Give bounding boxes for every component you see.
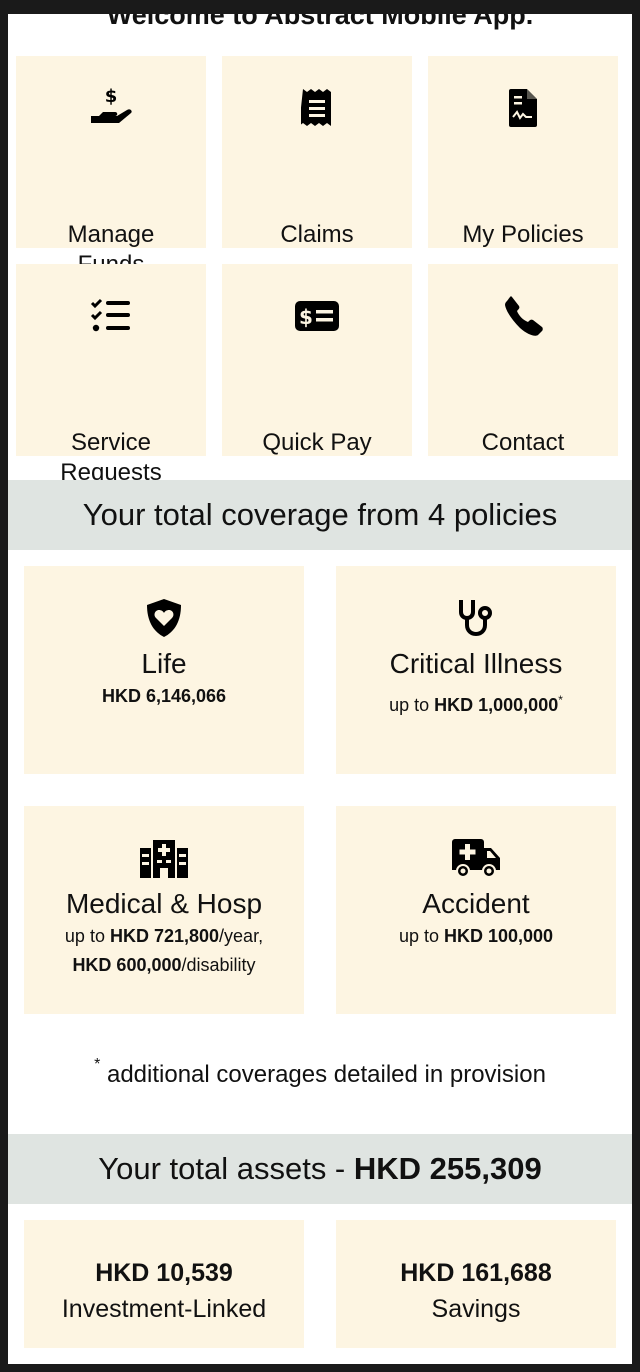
critical-illness-card[interactable]: Critical Illness up to HKD 1,000,000* xyxy=(336,566,616,774)
svg-text:$: $ xyxy=(105,86,118,107)
asset-name: Investment-Linked xyxy=(61,1295,267,1323)
contact-button[interactable]: Contact xyxy=(428,264,618,456)
tile-label: Claims xyxy=(280,221,354,248)
medical-hosp-card[interactable]: Medical & Hosp up to HKD 721,800/year, HK… xyxy=(24,806,304,1014)
card-amount: HKD 6,146,066 xyxy=(101,686,227,706)
asset-amount: HKD 161,688 xyxy=(400,1259,552,1287)
tile-label: Contact xyxy=(481,429,565,456)
policy-document-icon xyxy=(507,86,539,130)
my-policies-button[interactable]: My Policies xyxy=(428,56,618,248)
life-coverage-card[interactable]: Life HKD 6,146,066 xyxy=(24,566,304,774)
receipt-icon xyxy=(301,86,333,130)
app-screen: Welcome to Abstract Mobile App. $ Manage… xyxy=(8,14,632,1364)
phone-icon xyxy=(502,294,544,338)
card-title: Accident xyxy=(422,888,530,919)
quick-pay-button[interactable]: $ Quick Pay xyxy=(222,264,412,456)
card-title: Critical Illness xyxy=(389,648,563,679)
card-title: Medical & Hosp xyxy=(65,888,263,919)
asset-amount: HKD 10,539 xyxy=(95,1259,233,1287)
welcome-title: Welcome to Abstract Mobile App. xyxy=(106,14,534,30)
tile-label: Service Requests xyxy=(60,429,162,486)
hand-dollar-icon: $ xyxy=(87,86,135,130)
service-requests-button[interactable]: Service Requests xyxy=(16,264,206,486)
ambulance-icon xyxy=(336,838,616,878)
assets-heading: Your total assets - HKD 255,309 xyxy=(8,1134,632,1204)
shield-heart-icon xyxy=(24,598,304,638)
payment-card-icon: $ xyxy=(294,294,340,338)
hospital-icon xyxy=(24,838,304,878)
svg-text:$: $ xyxy=(299,305,313,329)
investment-linked-card[interactable]: HKD 10,539 Investment-Linked xyxy=(24,1220,304,1348)
checklist-icon xyxy=(90,294,132,338)
card-amount: up to HKD 100,000 xyxy=(398,926,554,946)
tile-label: Quick Pay xyxy=(262,429,372,456)
manage-funds-button[interactable]: $ Manage Funds xyxy=(16,56,206,278)
asset-name: Savings xyxy=(431,1295,521,1323)
coverage-heading: Your total coverage from 4 policies xyxy=(8,480,632,550)
assets-total: HKD 255,309 xyxy=(353,1151,542,1186)
accident-card[interactable]: Accident up to HKD 100,000 xyxy=(336,806,616,1014)
card-title: Life xyxy=(141,648,187,679)
claims-button[interactable]: Claims xyxy=(222,56,412,248)
card-amount: up to HKD 1,000,000* xyxy=(389,693,563,715)
card-amount: up to HKD 721,800/year, HKD 600,000/disab… xyxy=(64,926,264,975)
savings-card[interactable]: HKD 161,688 Savings xyxy=(336,1220,616,1348)
coverage-footnote: * additional coverages detailed in provi… xyxy=(94,1056,546,1088)
stethoscope-icon xyxy=(336,598,616,638)
tile-label: My Policies xyxy=(462,221,584,248)
